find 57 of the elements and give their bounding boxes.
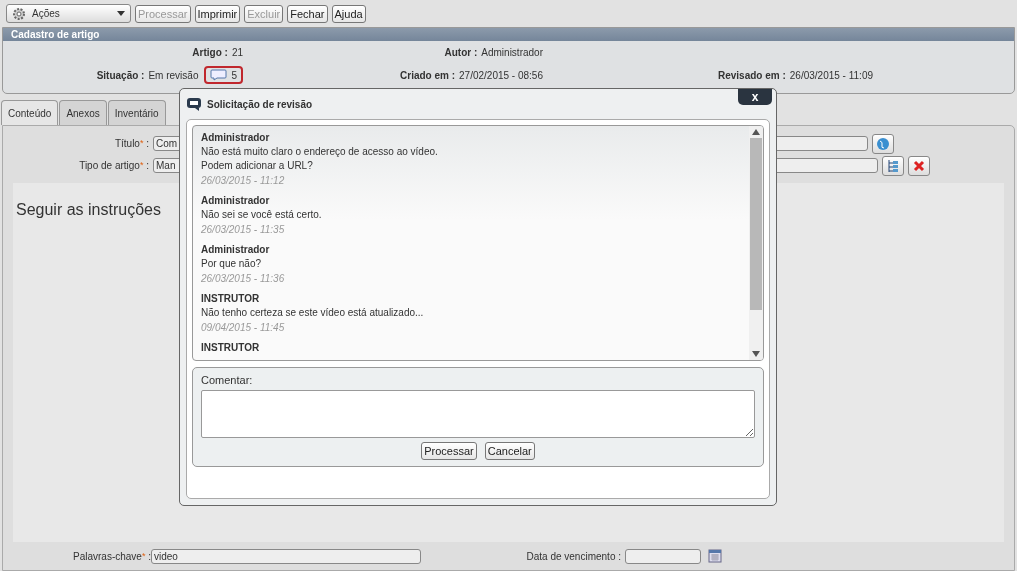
tab[interactable]: Anexos bbox=[59, 100, 107, 125]
tree-button[interactable] bbox=[882, 155, 904, 176]
toolbar-button[interactable]: Ajuda bbox=[331, 4, 366, 23]
comment-time: 26/03/2015 - 11:36 bbox=[201, 273, 286, 284]
actions-dropdown[interactable]: Ações bbox=[6, 4, 131, 23]
comment-time: 26/03/2015 - 11:12 bbox=[201, 175, 286, 186]
field-label: Tipo de artigo* : bbox=[78, 160, 149, 171]
field-value: 21 bbox=[231, 47, 243, 58]
comment-text: Não tenho certeza se este vídeo está atualizado... bbox=[201, 307, 425, 318]
calendar-icon[interactable] bbox=[708, 549, 722, 563]
field-label: Palavras-chave* : bbox=[72, 550, 151, 562]
field-value: 26/03/2015 - 11:09 bbox=[789, 69, 873, 81]
comment-author: Administrador bbox=[201, 244, 271, 255]
body-text: Seguir as instruções bbox=[16, 201, 161, 218]
toolbar-button[interactable]: Imprimir bbox=[194, 4, 241, 23]
field-label: Artigo : bbox=[192, 47, 228, 58]
comment-text: Não sei se você está certo. bbox=[201, 209, 323, 220]
comment-text: Por que não? bbox=[201, 258, 263, 269]
comment-text: Não está muito claro o endereço de acesso ao vídeo. bbox=[201, 146, 439, 157]
comment-time: 26/03/2015 - 11:35 bbox=[201, 224, 286, 235]
scrollbar-thumb[interactable] bbox=[750, 138, 762, 310]
comment-count-badge[interactable]: 5 bbox=[204, 66, 243, 84]
chat-icon bbox=[186, 96, 202, 112]
field-label: Título* : bbox=[113, 138, 149, 149]
comment-author: Administrador bbox=[201, 195, 271, 206]
scroll-down-icon[interactable] bbox=[752, 351, 760, 357]
tab[interactable]: Conteúdo bbox=[1, 100, 59, 125]
comment-label: Comentar: bbox=[201, 374, 254, 386]
tab[interactable]: Inventário bbox=[107, 100, 166, 125]
dialog-button[interactable]: Cancelar bbox=[484, 442, 535, 460]
comment-time: 09/04/2015 - 11:45 bbox=[201, 322, 286, 333]
field-value: Administrador bbox=[481, 47, 543, 58]
field-label: Autor : bbox=[444, 47, 478, 58]
dialog-title: Solicitação de revisão bbox=[207, 98, 313, 110]
due-date-field[interactable] bbox=[625, 548, 701, 564]
delete-button[interactable] bbox=[908, 155, 930, 176]
comment-author: Administrador bbox=[201, 132, 271, 143]
field-label: Data de vencimento : bbox=[525, 550, 621, 562]
dialog-button[interactable]: Processar bbox=[421, 442, 477, 460]
field-label: Revisado em : bbox=[717, 69, 786, 81]
comment-author: INSTRUTOR bbox=[201, 293, 261, 304]
field-label: Criado em : bbox=[400, 69, 456, 81]
comment-author: INSTRUTOR bbox=[201, 342, 261, 353]
toolbar-button[interactable]: Fechar bbox=[287, 4, 328, 23]
tree-icon bbox=[887, 158, 899, 173]
comment-text: Podem adicionar a URL? bbox=[201, 160, 314, 171]
keywords-field[interactable]: video bbox=[151, 548, 421, 564]
gear-icon bbox=[12, 6, 26, 21]
field-value: 27/02/2015 - 08:56 bbox=[459, 69, 543, 81]
field-value: Em revisão bbox=[148, 69, 199, 81]
speech-bubble-icon bbox=[210, 69, 228, 81]
close-icon bbox=[913, 159, 925, 172]
comment-field[interactable] bbox=[201, 390, 755, 438]
field-label: Situação : bbox=[96, 69, 145, 81]
close-button[interactable]: x bbox=[738, 89, 772, 105]
caret-icon bbox=[117, 11, 125, 16]
panel-title: Cadastro de artigo bbox=[3, 28, 1014, 41]
